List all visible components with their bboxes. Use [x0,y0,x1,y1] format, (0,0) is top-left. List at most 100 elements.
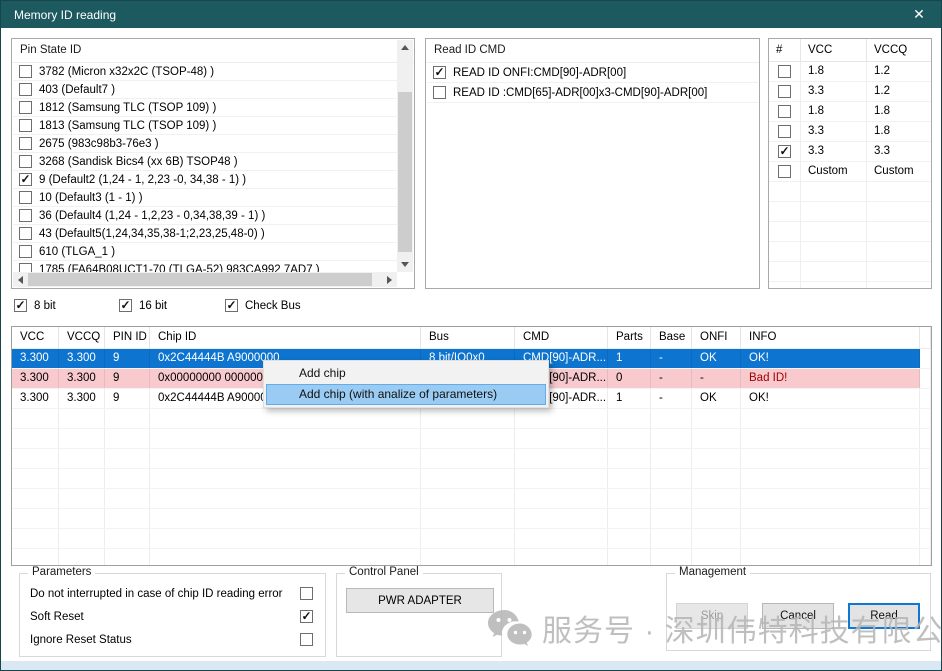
checkbox[interactable] [19,65,32,78]
context-menu-item[interactable]: Add chip (with analize of parameters) [266,384,546,405]
table-row[interactable]: 1.8 1.8 [769,102,931,122]
pin-state-list-item[interactable]: 2675 (983c98b3-76e3 ) [13,135,397,153]
checkbox[interactable] [19,263,32,272]
checkbox[interactable] [19,83,32,96]
table-row[interactable] [12,489,931,509]
table-row[interactable] [769,182,931,202]
bus-option[interactable]: ✓ 8 bit [14,297,119,314]
table-row[interactable] [12,449,931,469]
pin-state-list-item[interactable]: ✓ 9 (Default2 (1,24 - 1, 2,23 -0, 34,38 … [13,171,397,189]
checkbox[interactable] [19,209,32,222]
checkbox[interactable]: ✓ [433,66,446,79]
table-row[interactable]: Custom Custom [769,162,931,182]
table-row[interactable] [769,242,931,262]
cell-parts [608,489,651,508]
table-row[interactable] [769,222,931,242]
cell-vcc [12,429,59,448]
checkbox[interactable] [778,65,791,78]
management-button[interactable]: Cancel [762,603,834,629]
list-item-label: 1813 (Samsung TLC (TSOP 109) ) [39,120,216,132]
read-id-cmd-item[interactable]: ✓ READ ID ONFI:CMD[90]-ADR[00] [427,63,758,83]
horizontal-scrollbar[interactable] [13,272,397,287]
checkbox[interactable] [19,119,32,132]
vertical-scrollbar[interactable] [397,40,413,272]
bus-option[interactable]: ✓ Check Bus [225,297,301,314]
checkbox[interactable] [778,125,791,138]
table-row[interactable] [769,262,931,282]
cell-vccq [59,549,105,566]
pin-state-list-item[interactable]: 1813 (Samsung TLC (TSOP 109) ) [13,117,397,135]
cell-parts [608,449,651,468]
scroll-down-icon[interactable] [397,257,413,272]
cell-chip-id [150,529,421,548]
bus-option[interactable]: ✓ 16 bit [119,297,225,314]
pin-state-list-item[interactable]: 3782 (Micron x32x2C (TSOP-48) ) [13,63,397,81]
management-button[interactable]: Read [848,603,920,629]
checkbox[interactable] [778,165,791,178]
vcc-value: Custom [801,162,867,181]
checkbox[interactable] [300,633,313,646]
cell-info [741,409,920,428]
context-menu-item[interactable]: Add chip [266,363,546,384]
pin-state-list-item[interactable]: 3268 (Sandisk Bics4 (xx 6B) TSOP48 ) [13,153,397,171]
pin-state-list-item[interactable]: 1812 (Samsung TLC (TSOP 109) ) [13,99,397,117]
checkbox[interactable] [433,86,446,99]
checkbox[interactable]: ✓ [225,299,238,312]
checkbox[interactable]: ✓ [778,145,791,158]
checkbox[interactable] [19,245,32,258]
scrollbar-thumb[interactable] [28,273,372,286]
table-row[interactable] [12,409,931,429]
table-row[interactable]: 3.3 1.2 [769,82,931,102]
parameters-group: Parameters Do not interrupted in case of… [19,573,326,657]
checkbox[interactable] [19,101,32,114]
read-id-cmd-item[interactable]: READ ID :CMD[65]-ADR[00]x3-CMD[90]-ADR[0… [427,83,758,103]
table-row[interactable] [12,509,931,529]
checkbox[interactable] [19,227,32,240]
pin-state-list-item[interactable]: 10 (Default3 (1 - 1) ) [13,189,397,207]
scroll-right-icon[interactable] [382,272,397,287]
pin-state-list-item[interactable]: 43 (Default5(1,24,34,35,38-1;2,23,25,48-… [13,225,397,243]
table-row[interactable] [12,429,931,449]
checkbox[interactable]: ✓ [19,173,32,186]
scrollbar-thumb[interactable] [398,92,412,252]
cell-vccq [59,449,105,468]
pin-state-list-item[interactable]: 36 (Default4 (1,24 - 1,2,23 - 0,34,38,39… [13,207,397,225]
list-item-label: 3268 (Sandisk Bics4 (xx 6B) TSOP48 ) [39,156,238,168]
cell-pin-id [105,549,150,566]
close-icon[interactable]: ✕ [903,1,935,28]
checkbox[interactable] [778,105,791,118]
management-button[interactable]: Skip [676,603,748,629]
pwr-adapter-button[interactable]: PWR ADAPTER [346,588,494,613]
cell-parts [608,469,651,488]
table-row[interactable]: 3.3 1.8 [769,122,931,142]
checkbox[interactable]: ✓ [300,610,313,623]
vccq-value: 1.2 [867,82,931,101]
pin-state-list-item[interactable]: 610 (TLGA_1 ) [13,243,397,261]
pin-state-list-item[interactable]: 403 (Default7 ) [13,81,397,99]
cell-vcc [12,549,59,566]
column-header: ONFI [692,327,741,348]
checkbox[interactable]: ✓ [119,299,132,312]
table-row[interactable] [12,529,931,549]
table-row[interactable] [769,282,931,289]
checkbox[interactable] [19,155,32,168]
list-item-label: 403 (Default7 ) [39,84,115,96]
checkbox[interactable]: ✓ [14,299,27,312]
column-header: VCC [801,39,867,61]
pin-state-list-item[interactable]: 1785 (FA64B08UCT1-70 (TLGA-52) 983CA992 … [13,261,397,272]
scroll-left-icon[interactable] [13,272,28,287]
table-row[interactable]: ✓ 3.3 3.3 [769,142,931,162]
cell-cmd [515,529,608,548]
cell-chip-id [150,509,421,528]
checkbox[interactable] [19,191,32,204]
checkbox[interactable] [778,85,791,98]
title-bar[interactable]: Memory ID reading ✕ [1,1,941,28]
checkbox[interactable] [19,137,32,150]
table-row[interactable] [769,202,931,222]
list-item-label: READ ID ONFI:CMD[90]-ADR[00] [453,67,626,79]
table-row[interactable] [12,549,931,566]
table-row[interactable]: 1.8 1.2 [769,62,931,82]
scroll-up-icon[interactable] [397,40,413,55]
checkbox[interactable] [300,587,313,600]
table-row[interactable] [12,469,931,489]
